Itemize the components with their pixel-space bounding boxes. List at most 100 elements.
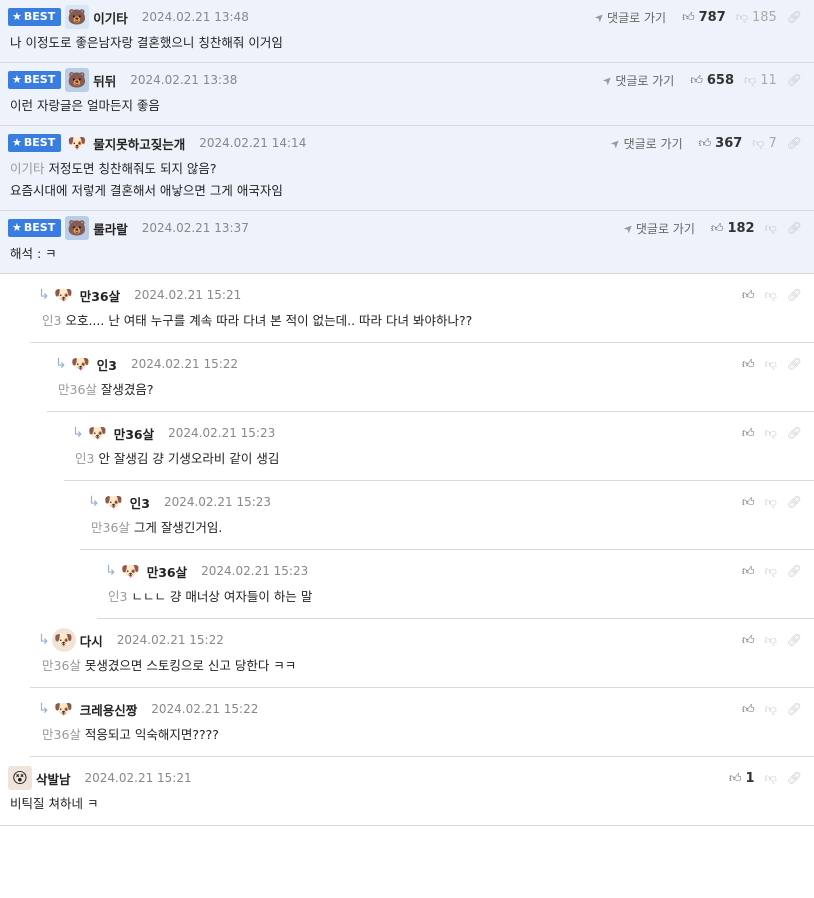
copy-link-button[interactable]: 🔗︎ [787,288,802,302]
nickname[interactable]: 삭발남 [36,769,71,788]
comment-body: 인3 ㄴㄴㄴ 걍 매너상 여자들이 하는 말 [97,586,814,608]
downvote-button[interactable]: 👎︎ [765,426,777,441]
copy-link-button[interactable]: 🔗︎ [787,136,802,150]
comment-date: 2024.02.21 14:14 [199,136,307,150]
thumbs-down-icon: 👎︎ [735,9,748,24]
copy-link-button[interactable]: 🔗︎ [787,771,802,785]
upvote-button[interactable]: 👍︎ [742,288,755,303]
nickname[interactable]: 뒤뒤 [93,71,116,90]
link-icon: 🔗︎ [786,288,802,302]
mention-tag[interactable]: 인3 [42,313,61,328]
dog-icon[interactable]: 🐶 [119,559,143,583]
copy-link-button[interactable]: 🔗︎ [787,564,802,578]
comment-date: 2024.02.21 13:38 [130,73,238,87]
upvote-button[interactable]: 👍︎ [742,702,755,717]
downvote-count: 11 [760,72,777,88]
goto-comment-link[interactable]: ➤ 댓글로 가기 [600,72,674,89]
comment-actions: 👍︎ 👎︎ 🔗︎ [742,491,802,513]
thumbs-up-icon: 👍︎ [690,72,703,87]
comment-actions: 👍︎ 👎︎ 🔗︎ [742,698,802,720]
comment-body: 인3 안 잘생김 걍 기생오라비 같이 생김 [64,448,814,470]
upvote-button[interactable]: 👍︎ [742,357,755,372]
upvote-button[interactable]: 👍︎ 1 [729,771,755,786]
copy-link-button[interactable]: 🔗︎ [787,221,802,235]
dog-icon[interactable]: 🐶 [102,490,126,514]
comment-line: 비틱질 쳐하네 ㅋ [10,793,814,815]
upvote-button[interactable]: 👍︎ 787 [682,10,726,25]
upvote-button[interactable]: 👍︎ [742,633,755,648]
mention-tag[interactable]: 만36살 [42,658,81,673]
mention-tag[interactable]: 인3 [75,451,94,466]
dog-icon[interactable]: 🐶 [52,283,76,307]
comment-line: 만36살 못생겼으면 스토킹으로 신고 당한다 ㅋㅋ [42,655,814,677]
blue-character-icon[interactable]: 🐻 [65,68,90,92]
upvote-button[interactable]: 👍︎ 658 [690,73,734,88]
comment-date: 2024.02.21 15:22 [151,702,259,716]
nickname[interactable]: 만36살 [114,424,154,443]
downvote-button[interactable]: 👎︎ [765,771,777,786]
nickname[interactable]: 만36살 [80,286,120,305]
downvote-button[interactable]: 👎︎ [765,702,777,717]
upvote-button[interactable]: 👍︎ [742,426,755,441]
dog-icon[interactable]: 🐶 [65,131,89,155]
nickname[interactable]: 인3 [97,355,117,374]
copy-link-button[interactable]: 🔗︎ [787,702,802,716]
goto-comment-link[interactable]: ➤ 댓글로 가기 [608,135,683,152]
downvote-button[interactable]: 👎︎ [765,221,777,236]
downvote-button[interactable]: 👎︎ 7 [752,136,776,151]
copy-link-button[interactable]: 🔗︎ [787,10,802,24]
downvote-button[interactable]: 👎︎ [765,633,777,648]
star-icon: ★ [12,10,22,23]
upvote-button[interactable]: 👍︎ 182 [711,221,755,236]
dog-icon[interactable]: 🐶 [86,421,110,445]
goto-comment-link[interactable]: ➤ 댓글로 가기 [592,9,667,26]
comment-header: ★ BEST 🐻 이기타 2024.02.21 13:48 ➤ 댓글로 가기 👍︎ 787 👎︎ 1… [0,5,814,29]
thumbs-up-icon: 👍︎ [698,135,712,150]
nickname[interactable]: 인3 [130,493,150,512]
goto-comment-label: 댓글로 가기 [623,136,683,151]
downvote-button[interactable]: 👎︎ [765,288,777,303]
dog-icon[interactable]: 🐶 [69,352,93,376]
downvote-button[interactable]: 👎︎ [765,357,777,372]
comment-body: 이런 자랑글은 얼마든지 좋음 [0,95,814,117]
mention-tag[interactable]: 이기타 [10,161,45,176]
copy-link-button[interactable]: 🔗︎ [787,426,802,440]
copy-link-button[interactable]: 🔗︎ [787,73,802,87]
comment-item: ↳ 🐶 만36살 2024.02.21 15:23 👍︎ 👎︎ 🔗︎ 인3 ㄴㄴㄴ 걍 매너상 … [97,550,814,619]
nickname[interactable]: 다시 [80,631,103,650]
mention-tag[interactable]: 만36살 [91,520,130,535]
mention-tag[interactable]: 만36살 [58,382,97,397]
round-dog-icon[interactable]: 🐶 [51,628,76,652]
comment-item: ↳ 🐶 크레용신짱 2024.02.21 15:22 👍︎ 👎︎ 🔗︎ 만36살 적응되고 익숙… [30,688,814,757]
comment-line: 만36살 적응되고 익숙해지면???? [42,724,814,746]
downvote-button[interactable]: 👎︎ 185 [736,10,777,25]
blue-character-icon[interactable]: 🐻 [65,216,90,240]
downvote-button[interactable]: 👎︎ [765,495,777,510]
nickname[interactable]: 이기타 [93,8,128,27]
thumbs-up-icon: 👍︎ [742,632,755,647]
upvote-button[interactable]: 👍︎ [742,495,755,510]
mention-tag[interactable]: 인3 [108,589,127,604]
downvote-button[interactable]: 👎︎ 11 [744,73,777,88]
downvote-count: 185 [751,9,777,25]
comment-header: ↳ 🐶 인3 2024.02.21 15:23 👍︎ 👎︎ 🔗︎ [80,491,814,513]
mention-tag[interactable]: 만36살 [42,727,81,742]
copy-link-button[interactable]: 🔗︎ [787,357,802,371]
upvote-button[interactable]: 👍︎ [742,564,755,579]
comment-item: ↳ 🐶 만36살 2024.02.21 15:21 👍︎ 👎︎ 🔗︎ 인3 오호.... 난 여… [30,274,814,343]
nickname[interactable]: 크레용신짱 [80,700,138,719]
goto-comment-label: 댓글로 가기 [607,10,667,25]
nickname[interactable]: 만36살 [147,562,187,581]
nickname[interactable]: 물지못하고짖는개 [93,134,185,153]
copy-link-button[interactable]: 🔗︎ [787,495,802,509]
dog-icon[interactable]: 🐶 [52,697,76,721]
thumbs-up-icon: 👍︎ [728,770,742,785]
downvote-button[interactable]: 👎︎ [765,564,777,579]
upvote-button[interactable]: 👍︎ 367 [699,136,743,151]
goto-comment-link[interactable]: ➤ 댓글로 가기 [620,220,694,237]
copy-link-button[interactable]: 🔗︎ [787,633,802,647]
ugly-face-icon[interactable]: 😵 [8,766,32,790]
best-badge: ★ BEST [8,134,62,152]
nickname[interactable]: 룰라랄 [93,219,128,238]
bear-icon[interactable]: 🐻 [65,5,90,29]
